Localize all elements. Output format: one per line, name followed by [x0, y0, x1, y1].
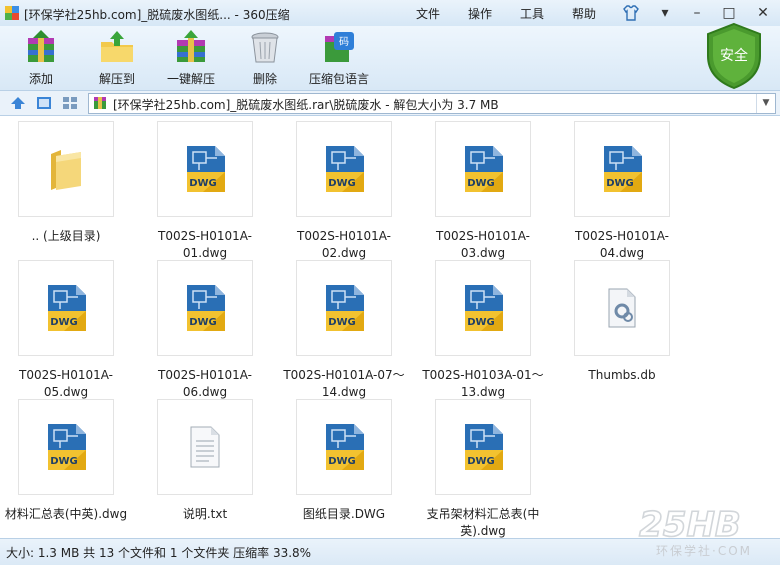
archive-app-icon [5, 6, 19, 20]
dwg-badge-label: DWG [189, 178, 217, 189]
file-thumbnail[interactable]: DWG [435, 399, 531, 495]
toolbar: 添加 解压到 一键解压 删除 码 压缩包语言 [0, 26, 780, 91]
dwg-badge-label: DWG [467, 317, 495, 328]
one-click-extract-icon [177, 30, 205, 62]
address-path: [环保学社25hb.com]_脱硫废水图纸.rar\脱硫废水 - 解包大小为 3… [113, 98, 499, 112]
watermark-logo-text: 25HB [639, 505, 741, 545]
file-thumbnail[interactable] [574, 260, 670, 356]
file-item[interactable]: DWG T002S-H0101A-03.dwg [417, 121, 549, 262]
menu-operate[interactable]: 操作 [468, 5, 492, 22]
file-item[interactable]: DWG T002S-H0101A-01.dwg [139, 121, 271, 262]
file-item[interactable]: .. (上级目录) [0, 121, 132, 245]
maximize-icon[interactable]: □ [714, 2, 744, 24]
file-thumbnail[interactable]: DWG [18, 399, 114, 495]
file-thumbnail[interactable]: DWG [157, 260, 253, 356]
dwg-badge-label: DWG [50, 317, 78, 328]
one-click-extract-label: 一键解压 [166, 72, 215, 86]
dwg-badge-label: DWG [606, 178, 634, 189]
file-item[interactable]: Thumbs.db [556, 260, 688, 384]
file-thumbnail[interactable]: DWG [574, 121, 670, 217]
file-item[interactable]: DWG 支吊架材料汇总表(中英).dwg [417, 399, 549, 540]
one-click-extract-button[interactable]: 一键解压 [156, 28, 226, 87]
file-name: 说明.txt [182, 507, 228, 521]
security-badge-label: 安全 [720, 47, 748, 64]
delete-label: 删除 [252, 72, 277, 86]
archive-small-icon [94, 97, 106, 109]
address-field[interactable]: [环保学社25hb.com]_脱硫废水图纸.rar\脱硫废水 - 解包大小为 3… [88, 93, 776, 114]
archive-language-icon: 码 [325, 32, 354, 62]
file-name: T002S-H0103A-01～13.dwg [422, 368, 544, 399]
file-item[interactable]: DWG T002S-H0101A-04.dwg [556, 121, 688, 262]
file-name: T002S-H0101A-07～14.dwg [283, 368, 405, 399]
file-thumbnail[interactable]: DWG [296, 399, 392, 495]
file-name: T002S-H0101A-01.dwg [157, 229, 253, 260]
menu-file[interactable]: 文件 [416, 5, 440, 22]
site-watermark-logo: 25HB 环保学社·COM [638, 504, 752, 558]
delete-button[interactable]: 删除 [230, 28, 300, 87]
archive-language-label: 压缩包语言 [308, 72, 369, 86]
dwg-badge-label: DWG [328, 317, 356, 328]
file-item[interactable]: 说明.txt [139, 399, 271, 523]
dwg-badge-label: DWG [50, 456, 78, 467]
security-shield-icon[interactable]: 安全 [704, 22, 764, 90]
add-label: 添加 [28, 72, 53, 86]
menu-tools[interactable]: 工具 [520, 5, 544, 22]
file-grid: .. (上级目录) DWG T002S-H0101A-01.dwg DWG T002S-… [0, 116, 780, 538]
file-item[interactable]: DWG T002S-H0101A-05.dwg [0, 260, 132, 401]
add-button[interactable]: 添加 [6, 28, 76, 87]
grid-view-icon[interactable] [62, 96, 78, 110]
window-title: [环保学社25hb.com]_脱硫废水图纸... - 360压缩 [24, 8, 290, 22]
file-name: Thumbs.db [588, 368, 656, 382]
file-name: T002S-H0101A-02.dwg [296, 229, 392, 260]
file-thumbnail[interactable]: DWG [435, 260, 531, 356]
up-arrow-icon[interactable] [10, 96, 26, 110]
file-item[interactable]: DWG 材料汇总表(中英).dwg [0, 399, 132, 523]
file-item[interactable]: DWG 图纸目录.DWG [278, 399, 410, 523]
menu-help[interactable]: 帮助 [572, 5, 596, 22]
watermark-tagline: 环保学社·COM [656, 543, 752, 558]
file-name: 支吊架材料汇总表(中英).dwg [426, 507, 540, 538]
svg-text:码: 码 [339, 36, 349, 48]
file-thumbnail[interactable]: DWG [296, 260, 392, 356]
file-thumbnail[interactable] [18, 121, 114, 217]
skin-shirt-icon[interactable] [622, 4, 640, 22]
extract-to-label: 解压到 [98, 72, 135, 86]
file-name: 材料汇总表(中英).dwg [4, 507, 128, 521]
status-text: 大小: 1.3 MB 共 13 个文件和 1 个文件夹 压缩率 33.8% [6, 546, 312, 560]
menu-dropdown-icon[interactable]: ▾ [650, 2, 680, 24]
file-thumbnail[interactable]: DWG [18, 260, 114, 356]
file-thumbnail[interactable]: DWG [296, 121, 392, 217]
file-name: .. (上级目录) [31, 229, 101, 243]
close-icon[interactable]: ✕ [748, 2, 778, 24]
list-view-icon[interactable] [36, 96, 52, 110]
dwg-badge-label: DWG [467, 178, 495, 189]
file-item[interactable]: DWG T002S-H0101A-07～14.dwg [278, 260, 410, 401]
address-dropdown-icon[interactable]: ▼ [756, 94, 775, 113]
file-name: T002S-H0101A-06.dwg [157, 368, 253, 399]
file-item[interactable]: DWG T002S-H0101A-02.dwg [278, 121, 410, 262]
file-item[interactable]: DWG T002S-H0103A-01～13.dwg [417, 260, 549, 401]
file-name: T002S-H0101A-03.dwg [435, 229, 531, 260]
file-thumbnail[interactable]: DWG [435, 121, 531, 217]
file-name: T002S-H0101A-05.dwg [18, 368, 114, 399]
file-name: T002S-H0101A-04.dwg [574, 229, 670, 260]
add-archive-icon [28, 30, 54, 62]
dwg-badge-label: DWG [467, 456, 495, 467]
title-bar: [环保学社25hb.com]_脱硫废水图纸... - 360压缩 文件 操作 工… [0, 0, 780, 26]
trash-bin-icon [251, 32, 279, 63]
extract-to-icon [101, 31, 133, 62]
dwg-badge-label: DWG [328, 456, 356, 467]
dwg-badge-label: DWG [189, 317, 217, 328]
file-thumbnail[interactable]: DWG [157, 121, 253, 217]
extract-to-button[interactable]: 解压到 [82, 28, 152, 87]
dwg-badge-label: DWG [328, 178, 356, 189]
archive-language-button[interactable]: 码 压缩包语言 [304, 28, 374, 87]
file-thumbnail[interactable] [157, 399, 253, 495]
address-bar: [环保学社25hb.com]_脱硫废水图纸.rar\脱硫废水 - 解包大小为 3… [0, 91, 780, 116]
file-item[interactable]: DWG T002S-H0101A-06.dwg [139, 260, 271, 401]
minimize-icon[interactable]: – [682, 2, 712, 24]
file-name: 图纸目录.DWG [302, 507, 386, 521]
